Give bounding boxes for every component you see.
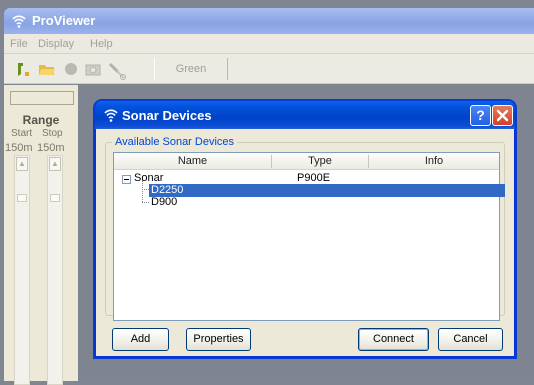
close-icon: [496, 109, 509, 122]
range-title: Range: [22, 113, 60, 127]
devices-list[interactable]: Name Type Info Sonar P900E D2250 D900: [113, 152, 505, 321]
camera-icon[interactable]: [84, 60, 102, 78]
help-button[interactable]: ?: [470, 105, 491, 126]
dialog-title: Sonar Devices: [122, 108, 212, 123]
collapse-icon[interactable]: [122, 175, 131, 184]
start-label: Start: [11, 128, 33, 139]
add-button[interactable]: Add: [112, 328, 169, 351]
chevron-up-icon[interactable]: ▲: [16, 157, 28, 171]
dialog-title-bar[interactable]: Sonar Devices ?: [95, 101, 515, 129]
range-header-field: [10, 91, 74, 105]
stop-label: Stop: [42, 128, 63, 139]
main-title-bar[interactable]: ProViewer: [4, 8, 534, 34]
chevron-up-icon[interactable]: ▲: [49, 157, 61, 171]
menu-help[interactable]: Help: [90, 38, 113, 50]
toolbar: Green: [4, 54, 534, 84]
cancel-button[interactable]: Cancel: [438, 328, 503, 351]
group-label: Available Sonar Devices: [112, 136, 238, 148]
menu-bar: File Display Help: [4, 34, 534, 54]
range-panel: Range Start Stop 150m 150m ▲ ▲: [4, 85, 78, 385]
column-header-type[interactable]: Type: [272, 155, 368, 167]
app-title: ProViewer: [32, 13, 96, 28]
slider-thumb[interactable]: [17, 194, 27, 202]
app-root: ProViewer File Display Help Green Range …: [0, 0, 534, 385]
slider-thumb[interactable]: [50, 194, 60, 202]
column-header-name[interactable]: Name: [114, 155, 271, 167]
column-header-info[interactable]: Info: [369, 155, 499, 167]
record-icon[interactable]: [62, 60, 80, 78]
tools-icon[interactable]: [107, 60, 129, 82]
green-palette-button[interactable]: Green: [154, 58, 228, 80]
sonar-app-icon: [12, 15, 26, 28]
row-name: D900: [151, 196, 178, 208]
menu-file[interactable]: File: [10, 38, 28, 50]
sonar-devices-dialog: Sonar Devices ? Available Sonar Devices …: [95, 101, 515, 357]
list-header: Name Type Info: [114, 153, 499, 170]
close-button[interactable]: [492, 105, 513, 126]
connect-plug-icon[interactable]: [14, 60, 32, 78]
start-value: 150m: [5, 142, 33, 154]
stop-value: 150m: [37, 142, 65, 154]
sonar-app-icon: [104, 109, 118, 122]
connect-button[interactable]: Connect: [358, 328, 429, 351]
open-folder-icon[interactable]: [38, 60, 56, 78]
stop-range-slider[interactable]: ▲: [47, 155, 63, 385]
list-item-d900[interactable]: D900: [114, 196, 499, 209]
start-range-slider[interactable]: ▲: [14, 155, 30, 385]
properties-button[interactable]: Properties: [186, 328, 251, 351]
menu-display[interactable]: Display: [38, 38, 74, 50]
